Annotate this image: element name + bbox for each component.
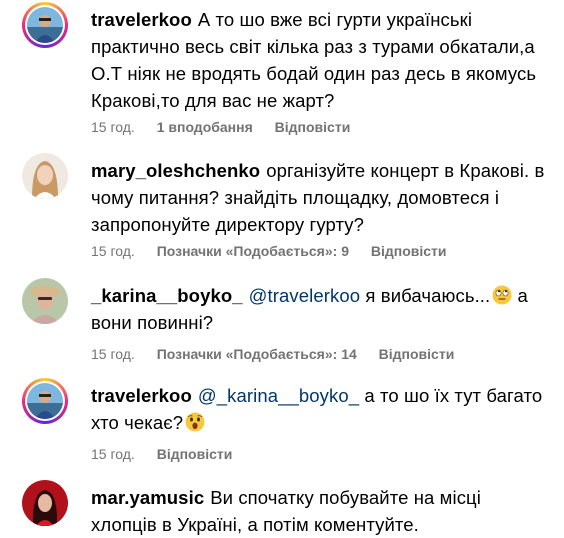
avatar[interactable] — [22, 480, 68, 526]
reply-button[interactable]: Відповісти — [379, 346, 455, 362]
avatar[interactable] — [22, 153, 68, 199]
timestamp[interactable]: 15 год. — [91, 446, 135, 462]
comment-text: travelerkoo @_karina__boyko_ а то шо їх т… — [91, 382, 551, 436]
comment-meta: 15 год. Відповісти — [91, 446, 250, 462]
like-count[interactable]: Позначки «Подобається»: 9 — [157, 243, 349, 259]
username[interactable]: mary_oleshchenko — [91, 160, 260, 181]
comment-body: я вибачаюсь... — [365, 285, 491, 306]
reply-button[interactable]: Відповісти — [275, 119, 351, 135]
comment-meta: 15 год. Позначки «Подобається»: 9 Відпов… — [91, 243, 465, 259]
like-count[interactable]: Позначки «Подобається»: 14 — [157, 346, 357, 362]
mention-link[interactable]: @travelerkoo — [249, 285, 361, 306]
avatar[interactable] — [22, 2, 68, 48]
comment-text: mar.yamusic Ви спочатку побувайте на місц… — [91, 484, 551, 538]
astonished-emoji-icon — [185, 412, 205, 432]
reply-button[interactable]: Відповісти — [157, 446, 233, 462]
comment-meta: 15 год. 1 вподобання Відповісти — [91, 119, 368, 135]
comment-text: travelerkoo А то шо вже всі гурти українс… — [91, 6, 551, 114]
like-count[interactable]: 1 вподобання — [157, 119, 253, 135]
username[interactable]: mar.yamusic — [91, 487, 204, 508]
username[interactable]: travelerkoo — [91, 9, 192, 30]
rolling-eyes-emoji-icon — [492, 285, 512, 305]
avatar[interactable] — [22, 278, 68, 324]
timestamp[interactable]: 15 год. — [91, 119, 135, 135]
username[interactable]: _karina__boyko_ — [91, 285, 243, 306]
reply-button[interactable]: Відповісти — [371, 243, 447, 259]
username[interactable]: travelerkoo — [91, 385, 192, 406]
avatar[interactable] — [22, 378, 68, 424]
comment-meta: 15 год. Позначки «Подобається»: 14 Відпо… — [91, 346, 472, 362]
timestamp[interactable]: 15 год. — [91, 346, 135, 362]
timestamp[interactable]: 15 год. — [91, 243, 135, 259]
comment-text: _karina__boyko_ @travelerkoo я вибачаюсь.… — [91, 282, 551, 336]
mention-link[interactable]: @_karina__boyko_ — [198, 385, 359, 406]
comment-text: mary_oleshchenko організуйте концерт в Кр… — [91, 157, 551, 238]
